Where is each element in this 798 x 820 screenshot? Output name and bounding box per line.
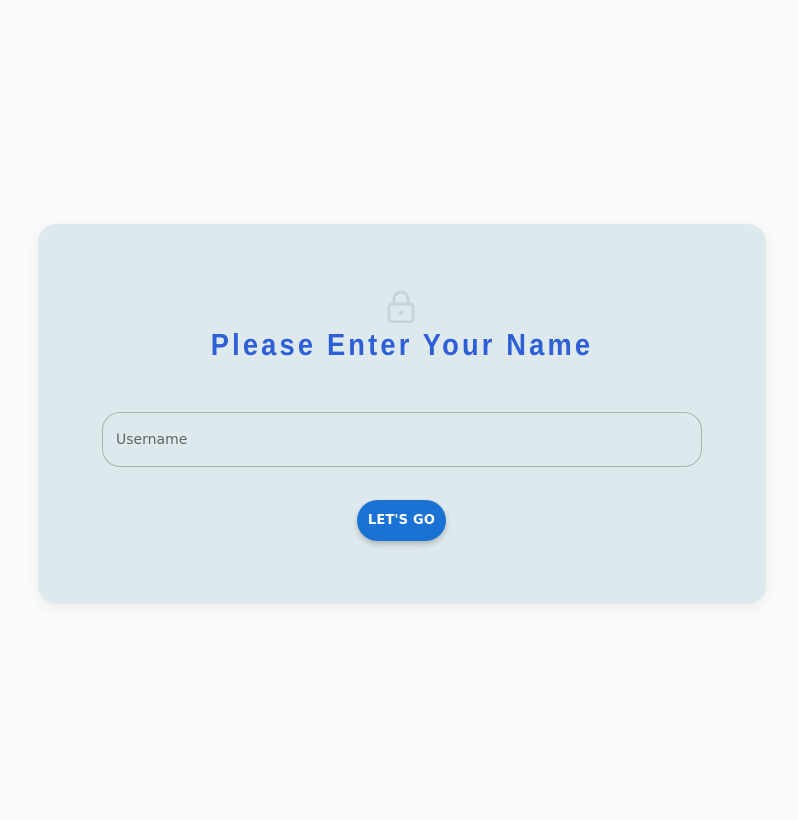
login-card: Please Enter Your Name LET'S GO bbox=[38, 224, 766, 604]
lets-go-button[interactable]: LET'S GO bbox=[357, 500, 446, 541]
username-field[interactable] bbox=[102, 412, 702, 467]
username-input[interactable] bbox=[103, 413, 701, 466]
page-title: Please Enter Your Name bbox=[210, 327, 594, 362]
lock-icon bbox=[387, 290, 415, 323]
